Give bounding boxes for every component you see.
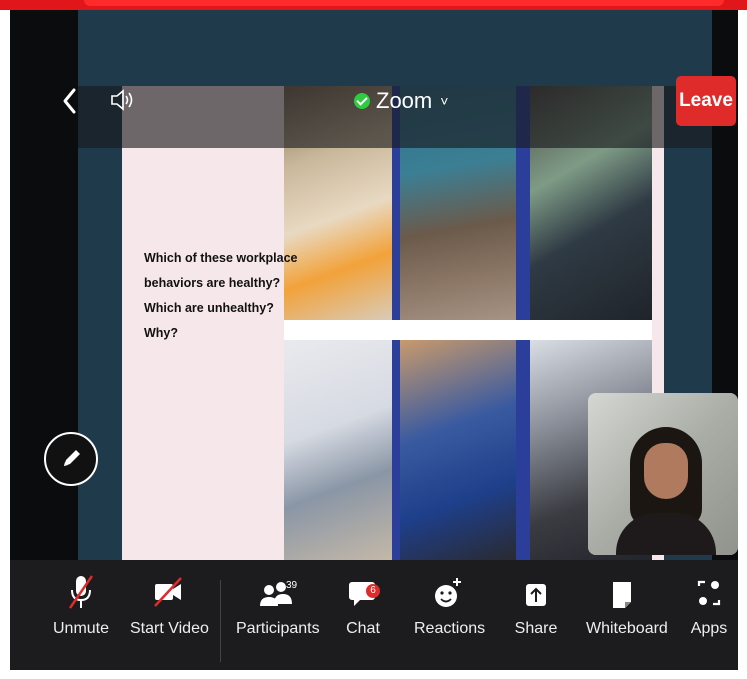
slide-text-line: Why?	[144, 326, 179, 340]
chat-label: Chat	[346, 620, 380, 637]
toolbar-divider	[220, 580, 221, 662]
annotate-pencil-button[interactable]	[44, 432, 98, 486]
chat-unread-badge: 6	[366, 584, 380, 598]
start-video-label: Start Video	[130, 620, 209, 637]
secure-check-icon	[354, 93, 370, 109]
slide-text-line: behaviors are healthy?	[144, 276, 281, 290]
share-icon	[512, 562, 560, 612]
slide-text-line: Which are unhealthy?	[144, 301, 274, 315]
video-off-icon	[130, 562, 206, 612]
leave-button[interactable]: Leave	[676, 76, 736, 126]
pencil-icon	[64, 450, 80, 466]
slide-text-line: Which of these workplace	[144, 251, 298, 265]
whiteboard-button[interactable]: Whiteboard	[586, 562, 668, 662]
speaker-icon[interactable]	[108, 86, 136, 114]
participant-face	[644, 443, 688, 499]
unmute-button[interactable]: Unmute	[50, 562, 112, 662]
share-label: Share	[514, 620, 558, 637]
slide-photo-border-4	[516, 340, 530, 560]
chat-button[interactable]: 6 Chat	[340, 562, 386, 662]
unmute-label: Unmute	[52, 620, 110, 637]
whiteboard-icon	[586, 562, 658, 612]
chevron-down-icon: ˅	[440, 93, 449, 109]
slide-photo-border-3	[392, 340, 400, 560]
microphone-muted-icon	[50, 562, 112, 612]
slide-question-text: Which of these workplace behaviors are h…	[144, 246, 298, 346]
reactions-label: Reactions	[414, 620, 486, 637]
share-button[interactable]: Share	[512, 562, 560, 662]
participants-label: Participants	[236, 620, 320, 637]
slide-photo-office-group	[284, 340, 392, 560]
start-video-button[interactable]: Start Video	[130, 562, 209, 662]
meeting-title-text: Zoom	[376, 88, 433, 113]
meeting-title[interactable]: Zoom ˅	[354, 88, 448, 114]
reactions-button[interactable]: Reactions	[414, 562, 486, 662]
slide-photo-workers	[400, 340, 516, 560]
apps-label: Apps	[690, 620, 728, 637]
whiteboard-label: Whiteboard	[586, 620, 668, 637]
apps-icon	[688, 562, 730, 612]
chat-icon: 6	[340, 562, 386, 612]
participants-button[interactable]: 39 Participants	[236, 562, 320, 662]
reactions-icon	[414, 562, 482, 612]
slide-photo-gap	[284, 320, 652, 340]
apps-button[interactable]: Apps	[688, 562, 730, 662]
top-red-banner-inner	[84, 0, 724, 6]
participants-count: 39	[286, 580, 298, 591]
participants-icon: 39	[236, 562, 316, 612]
participant-video-tile[interactable]	[588, 393, 738, 555]
back-chevron-icon[interactable]	[60, 84, 80, 118]
